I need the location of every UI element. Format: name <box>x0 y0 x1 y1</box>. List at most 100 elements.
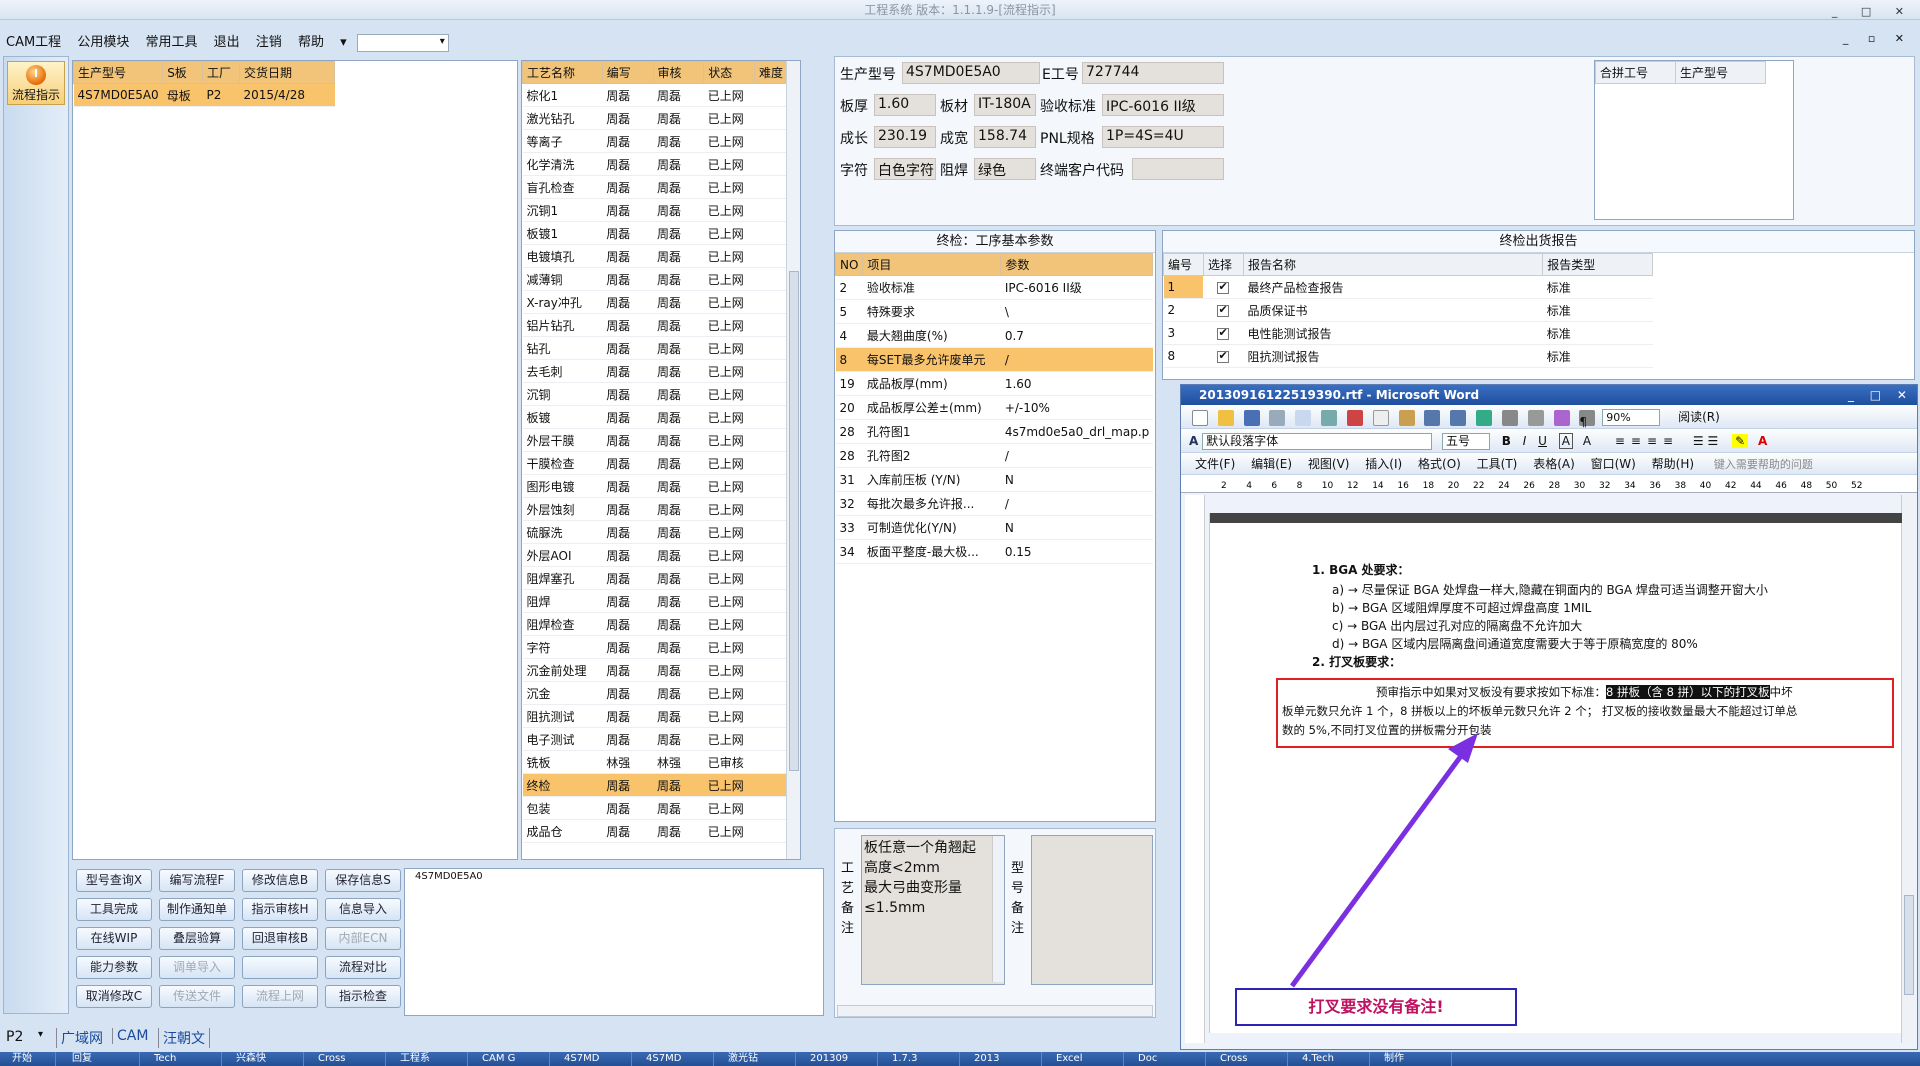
word-menu-format[interactable]: 格式(O) <box>1418 457 1461 471</box>
word-window-controls[interactable]: _ □ ✕ <box>1848 385 1913 405</box>
craft-remark-box[interactable]: 板任意一个角翘起 高度<2mm 最大弓曲变形量 ≤1.5mm <box>861 835 1005 985</box>
action-button[interactable]: 叠层验算 <box>159 927 235 950</box>
taskbar-item[interactable]: 4S7MD <box>634 1052 714 1066</box>
length-field[interactable]: 230.19 <box>874 126 936 148</box>
cut-icon[interactable] <box>1346 409 1363 426</box>
table-icon[interactable] <box>1501 409 1518 426</box>
table-row[interactable]: 沉金 周磊 周磊 已上网 <box>522 681 788 705</box>
table-row[interactable]: 阻焊检查 周磊 周磊 已上网 <box>522 612 788 636</box>
table-row[interactable]: 2 验收标准 IPC-6016 II级 <box>835 275 1153 300</box>
table-row[interactable]: 32 每批次最多允许报... / <box>835 491 1153 516</box>
list-icons[interactable]: ☰ ☰ <box>1693 434 1718 448</box>
redo-icon[interactable] <box>1450 409 1467 426</box>
print-icon[interactable] <box>1269 409 1286 426</box>
action-button[interactable]: 取消修改C <box>76 985 152 1008</box>
table-row[interactable]: 19 成品板厚(mm) 1.60 <box>835 371 1153 396</box>
menu-combo[interactable] <box>356 33 449 52</box>
width-field[interactable]: 158.74 <box>974 126 1036 148</box>
scrollbar-thumb[interactable] <box>789 271 799 771</box>
table-row[interactable]: 外层干膜 周磊 周磊 已上网 <box>522 428 788 452</box>
word-menu-table[interactable]: 表格(A) <box>1533 457 1575 471</box>
table-row[interactable]: 硫脲洗 周磊 周磊 已上网 <box>522 520 788 544</box>
action-button[interactable]: 传送文件 <box>159 985 235 1008</box>
table-row[interactable]: 4 最大翘曲度(%) 0.7 <box>835 323 1153 348</box>
tab-cam[interactable]: CAM <box>112 1028 152 1044</box>
table-row[interactable]: 沉金前处理 周磊 周磊 已上网 <box>522 658 788 682</box>
taskbar-item[interactable]: 2013 <box>962 1052 1042 1066</box>
checkbox[interactable] <box>1217 326 1230 340</box>
select-cell[interactable] <box>1203 275 1244 299</box>
tab-user[interactable]: 汪朝文 <box>158 1028 210 1048</box>
table-row[interactable]: 等离子 周磊 周磊 已上网 <box>522 129 788 153</box>
action-button[interactable]: 保存信息S <box>325 869 401 892</box>
taskbar-item[interactable]: 激光钻 <box>716 1052 796 1066</box>
action-button[interactable]: 回退审核B <box>242 927 318 950</box>
col-reviewer[interactable]: 审核 <box>652 61 705 84</box>
mdi-controls[interactable]: _ ▫ ✕ <box>1843 32 1912 45</box>
pnl-field[interactable]: 1P=4S=4U <box>1102 126 1224 148</box>
col-model[interactable]: 生产型号 <box>72 61 164 84</box>
table-row[interactable]: 电子测试 周磊 周磊 已上网 <box>522 727 788 751</box>
taskbar-item[interactable]: 1.7.3 <box>880 1052 960 1066</box>
e-no-field[interactable]: 727744 <box>1082 62 1224 84</box>
menu-tools[interactable]: 常用工具 <box>139 28 203 53</box>
col-report-type[interactable]: 报告类型 <box>1542 253 1653 276</box>
document-page[interactable]: 1. BGA 处要求： a) → 尽量保证 BGA 处焊盘一样大,隐藏在铜面内的… <box>1209 513 1902 1033</box>
col-process[interactable]: 工艺名称 <box>522 61 603 84</box>
checkbox[interactable] <box>1217 280 1230 294</box>
show-marks-icon[interactable]: ¶ <box>1579 409 1596 428</box>
columns-icon[interactable] <box>1527 409 1544 426</box>
zoom-select[interactable]: 90% <box>1602 409 1661 426</box>
new-doc-icon[interactable] <box>1192 409 1208 426</box>
paste-icon[interactable] <box>1398 409 1415 426</box>
taskbar-item[interactable]: CAM G <box>470 1052 550 1066</box>
table-row[interactable]: 33 可制造优化(Y/N) N <box>835 515 1153 540</box>
table-row[interactable]: 3 电性能测试报告标准 <box>1163 321 1653 345</box>
action-button[interactable]: 制作通知单 <box>159 898 235 921</box>
taskbar-item[interactable]: 4S7MD <box>552 1052 632 1066</box>
taskbar-item[interactable]: Cross <box>306 1052 386 1066</box>
table-row[interactable]: 阻焊塞孔 周磊 周磊 已上网 <box>522 566 788 590</box>
menu-exit[interactable]: 退出 <box>208 28 246 53</box>
horizontal-scrollbar[interactable] <box>837 1005 1153 1017</box>
style-select[interactable]: 默认段落字体 <box>1202 433 1433 450</box>
table-row[interactable]: 电镀填孔 周磊 周磊 已上网 <box>522 244 788 268</box>
table-row[interactable]: 沉铜1 周磊 周磊 已上网 <box>522 198 788 222</box>
action-button[interactable]: 指示审核H <box>242 898 318 921</box>
table-row[interactable]: 28 孔符图1 4s7md0e5a0_drl_map.p <box>835 419 1153 444</box>
tab-wan[interactable]: 广域网 <box>56 1028 107 1048</box>
table-row[interactable]: 2 品质保证书标准 <box>1163 298 1653 322</box>
table-row[interactable]: 31 入库前压板 (Y/N) N <box>835 467 1153 492</box>
action-button[interactable] <box>242 956 318 979</box>
word-menu-view[interactable]: 视图(V) <box>1308 457 1350 471</box>
spell-check-icon[interactable] <box>1321 409 1338 426</box>
table-row[interactable]: X-ray冲孔 周磊 周磊 已上网 <box>522 290 788 314</box>
undo-icon[interactable] <box>1424 409 1441 426</box>
table-row[interactable]: 激光钻孔 周磊 周磊 已上网 <box>522 106 788 130</box>
taskbar-item[interactable]: Cross <box>1208 1052 1288 1066</box>
model-remark-box[interactable] <box>1031 835 1153 985</box>
table-row[interactable]: 8 每SET最多允许废单元 / <box>835 347 1153 372</box>
window-controls[interactable]: _ □ ✕ <box>1832 2 1914 22</box>
mask-field[interactable]: 绿色 <box>974 158 1036 180</box>
table-row[interactable]: 图形电镀 周磊 周磊 已上网 <box>522 474 788 498</box>
table-row[interactable]: 板镀1 周磊 周磊 已上网 <box>522 221 788 245</box>
taskbar-item[interactable]: 工程系 <box>388 1052 468 1066</box>
taskbar-item[interactable]: 201309 <box>798 1052 878 1066</box>
table-row[interactable]: 板镀 周磊 周磊 已上网 <box>522 405 788 429</box>
col-factory[interactable]: 工厂 <box>202 61 240 84</box>
menu-cam[interactable]: CAM工程 <box>0 28 67 53</box>
col-select[interactable]: 选择 <box>1202 253 1244 276</box>
table-row[interactable]: 5 特殊要求 \ <box>835 299 1153 324</box>
select-cell[interactable] <box>1203 298 1244 322</box>
remark-scrollbar[interactable] <box>992 836 1004 982</box>
action-button[interactable]: 调单导入 <box>159 956 235 979</box>
action-button[interactable]: 能力参数 <box>76 956 152 979</box>
select-cell[interactable] <box>1203 344 1244 368</box>
char-border-icon[interactable]: A <box>1558 433 1573 449</box>
word-menu-insert[interactable]: 插入(I) <box>1365 457 1402 471</box>
table-row[interactable]: 字符 周磊 周磊 已上网 <box>522 635 788 659</box>
action-button[interactable]: 流程上网 <box>242 985 318 1008</box>
word-menu-tools[interactable]: 工具(T) <box>1477 457 1518 471</box>
col-difficulty[interactable]: 难度 <box>753 61 789 84</box>
